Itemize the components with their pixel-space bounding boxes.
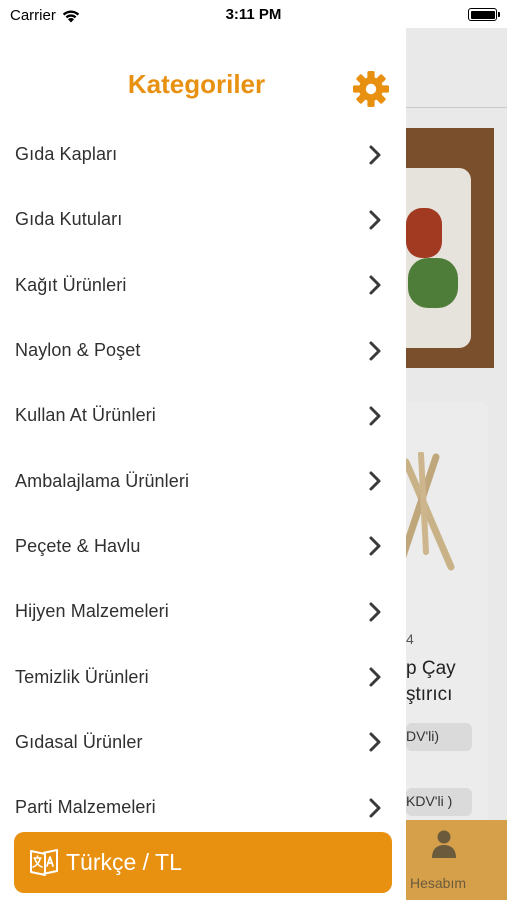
chevron-right-icon: [369, 732, 381, 752]
background-product-name-1: p Çay: [406, 658, 456, 679]
category-item-kullan-at-urunleri[interactable]: Kullan At Ürünleri: [0, 383, 406, 448]
category-label: Peçete & Havlu: [15, 535, 141, 556]
chevron-right-icon: [369, 536, 381, 556]
menu-title: Kategoriler: [127, 69, 266, 99]
chevron-right-icon: [369, 798, 381, 818]
background-product-card: [406, 402, 488, 892]
chevron-right-icon: [369, 145, 381, 165]
category-list: Gıda Kapları Gıda Kutuları Kağıt Ürünler…: [0, 122, 406, 840]
person-icon: [432, 830, 456, 858]
language-currency-button[interactable]: Türkçe / TL: [14, 832, 392, 893]
category-label: Kullan At Ürünleri: [15, 405, 156, 426]
category-label: Gıda Kapları: [15, 144, 118, 165]
background-price-pill: DV'li): [406, 723, 472, 751]
background-product-name-2: ştırıcı: [406, 684, 453, 705]
background-app[interactable]: 4 p Çay ştırıcı DV'li) KDV'li ) Hesabım: [406, 28, 507, 900]
category-label: Parti Malzemeleri: [15, 797, 156, 818]
category-item-hijyen-malzemeleri[interactable]: Hijyen Malzemeleri: [0, 579, 406, 644]
status-bar: Carrier 3:11 PM: [0, 0, 507, 28]
tab-account[interactable]: Hesabım: [406, 820, 507, 900]
category-item-kagit-urunleri[interactable]: Kağıt Ürünleri: [0, 253, 406, 318]
battery-icon: [468, 8, 500, 21]
tab-account-label: Hesabım: [410, 875, 467, 891]
language-currency-label: Türkçe / TL: [66, 849, 182, 875]
background-product-code: 4: [406, 631, 414, 647]
gear-icon[interactable]: [352, 70, 390, 108]
chevron-right-icon: [369, 275, 381, 295]
category-item-temizlik-urunleri[interactable]: Temizlik Ürünleri: [0, 644, 406, 709]
category-item-naylon-poset[interactable]: Naylon & Poşet: [0, 318, 406, 383]
translate-icon: [30, 848, 58, 876]
chevron-right-icon: [369, 471, 381, 491]
category-label: Kağıt Ürünleri: [15, 274, 127, 295]
status-time: 3:11 PM: [225, 6, 282, 23]
category-item-gida-kaplari[interactable]: Gıda Kapları: [0, 122, 406, 187]
background-divider: [406, 107, 507, 108]
chevron-right-icon: [369, 406, 381, 426]
category-label: Gıdasal Ürünler: [15, 731, 143, 752]
category-item-gida-kutulari[interactable]: Gıda Kutuları: [0, 187, 406, 252]
category-side-menu: Kategoriler Gıda Kapları Gıda Kutuları K…: [0, 28, 406, 900]
category-item-pecete-havlu[interactable]: Peçete & Havlu: [0, 514, 406, 579]
category-label: Hijyen Malzemeleri: [15, 601, 169, 622]
background-product-image: [406, 128, 494, 368]
chevron-right-icon: [369, 341, 381, 361]
category-label: Temizlik Ürünleri: [15, 666, 149, 687]
category-label: Naylon & Poşet: [15, 340, 141, 361]
category-item-parti-malzemeleri[interactable]: Parti Malzemeleri: [0, 775, 406, 840]
chevron-right-icon: [369, 210, 381, 230]
category-item-ambalajlama-urunleri[interactable]: Ambalajlama Ürünleri: [0, 448, 406, 513]
category-item-gidasal-urunler[interactable]: Gıdasal Ürünler: [0, 710, 406, 775]
category-label: Gıda Kutuları: [15, 209, 123, 230]
category-label: Ambalajlama Ürünleri: [15, 470, 190, 491]
background-price-pill-2: KDV'li ): [406, 788, 472, 816]
stirrer-image: [406, 452, 455, 571]
chevron-right-icon: [369, 667, 381, 687]
chevron-right-icon: [369, 602, 381, 622]
